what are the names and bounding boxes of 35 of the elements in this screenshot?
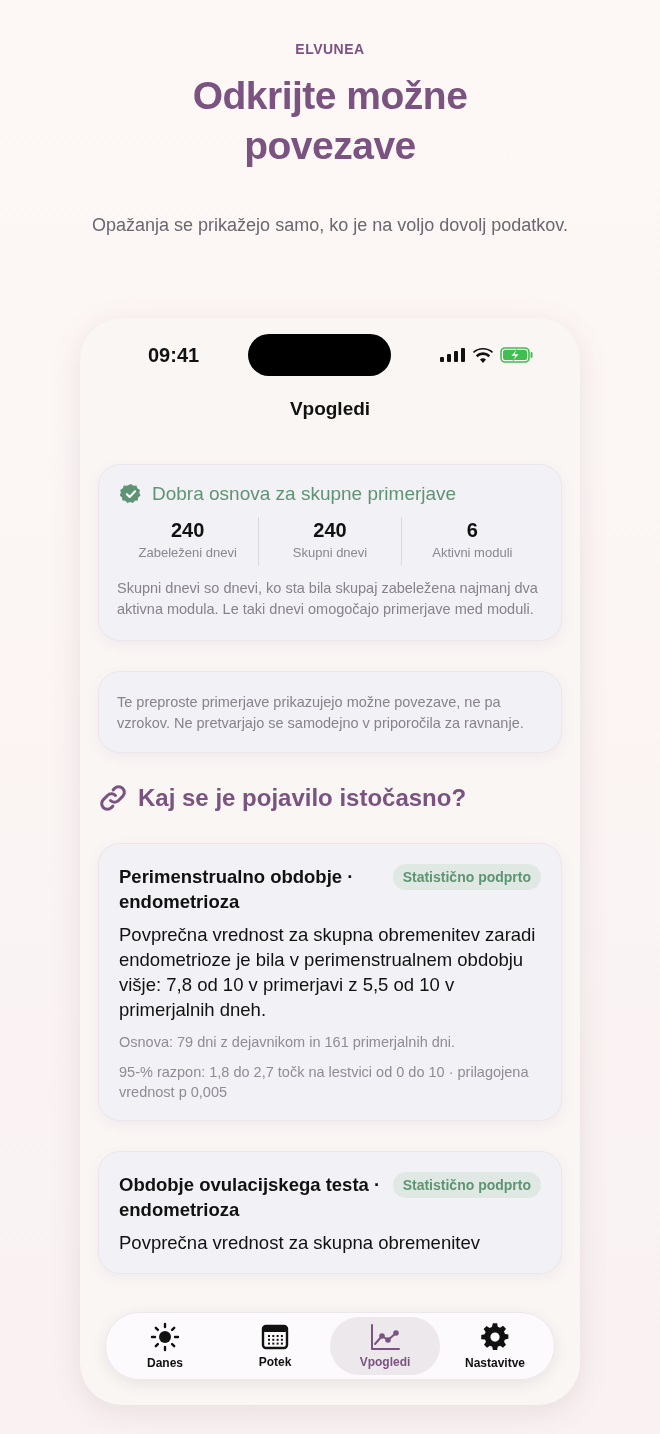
tab-button[interactable]: Potek [220, 1317, 330, 1375]
status-time: 09:41 [148, 343, 200, 367]
insight-body: Povprečna vrednost za skupna obremenitev zaradi endometrioze je bila v perimenstrualnem obdobju višje: 7,8 od 10 v primerjavi z 5,5 od 10 v primerjalnih dneh. [119, 923, 537, 1022]
insight-body: Povprečna vrednost za skupna obremenitev [119, 1231, 481, 1255]
stat-label: Skupni dnevi [292, 545, 368, 560]
insight-detail: 95-% razpon: 1,8 do 2,7 točk na lestvici od 0 do 10 · prilagojena vrednost p 0,005 [119, 1063, 530, 1102]
line-chart-icon [369, 1323, 401, 1351]
stat-value: 6 [466, 519, 478, 542]
insight-title: Obdobje ovulacijskega testa · endometrioza [119, 1173, 382, 1222]
insight-title: Perimenstrualno obdobje · endometrioza [119, 865, 355, 914]
tab-button[interactable]: Danes [110, 1317, 220, 1375]
sun-icon [150, 1322, 180, 1352]
tab-button[interactable]: Nastavitve [440, 1317, 550, 1375]
screen-title: Vpogledi [289, 398, 371, 420]
basis-title: Dobra osnova za skupne primerjave [152, 483, 457, 505]
status-badge: Statistično podprto [392, 864, 541, 890]
wifi-icon [473, 347, 493, 363]
disclaimer-text: Te preproste primerjave prikazujejo možne povezave, ne pa vzrokov. Ne pretvarjajo se samodejno v priporočila za ravnanje. [117, 693, 525, 733]
stat-label: Zabeleženi dnevi [138, 545, 237, 560]
link-icon [98, 783, 128, 813]
settings-icon [480, 1322, 510, 1352]
insight-detail: Osnova: 79 dni z dejavnikom in 161 primerjalnih dni. [119, 1033, 457, 1052]
headline: Odkrijte možne povezave [191, 73, 469, 169]
brand-name: ELVUNEA [295, 41, 365, 57]
status-badge: Statistično podprto [392, 1172, 541, 1198]
battery-charging-icon [500, 347, 534, 363]
basis-note: Skupni dnevi so dnevi, ko sta bila skupaj zabeležena najmanj dva aktivna modula. Le taki dnevi omogočajo primerjave med moduli. [117, 579, 539, 619]
signal-icon [440, 348, 466, 362]
subtitle: Opažanja se prikažejo samo, ko je na voljo dovolj podatkov. [92, 215, 568, 236]
calendar-icon [261, 1323, 289, 1351]
tab-button[interactable]: Vpogledi [330, 1317, 440, 1375]
stat-label: Aktivni moduli [432, 545, 513, 560]
stat-value: 240 [170, 519, 205, 542]
section-heading: Kaj se je pojavilo istočasno? [138, 784, 467, 812]
stat-value: 240 [313, 519, 347, 542]
